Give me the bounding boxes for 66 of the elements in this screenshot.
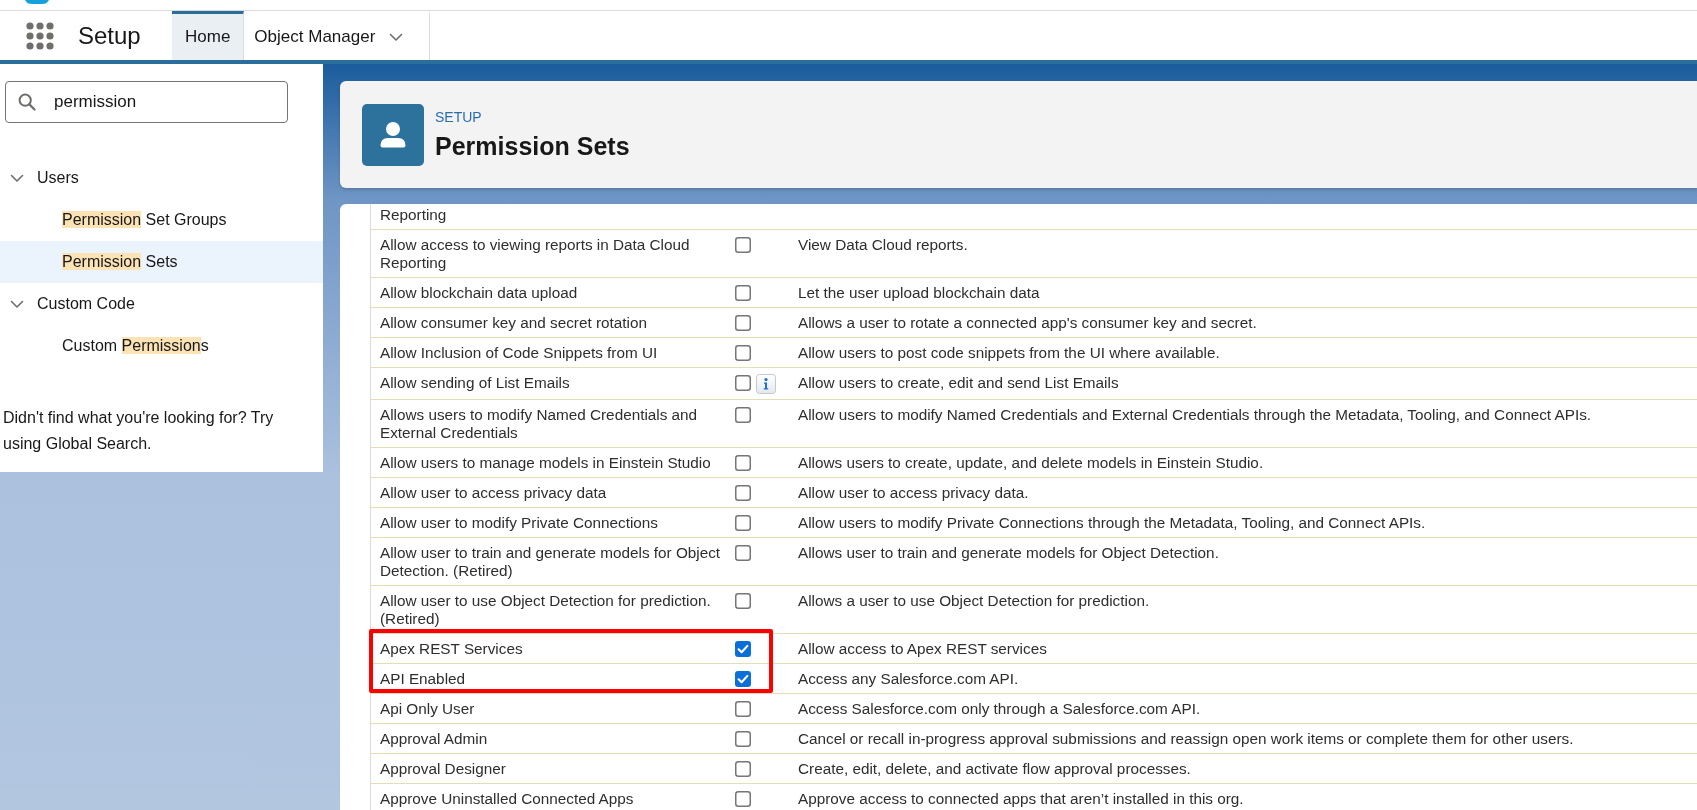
permission-name: Approval Admin xyxy=(379,730,489,748)
permission-description: Allows a user to use Object Detection for prediction. xyxy=(797,592,1150,610)
checkbox[interactable] xyxy=(735,593,751,609)
permission-description: Allow user to access privacy data. xyxy=(797,484,1029,502)
permission-name: Allow sending of List Emails xyxy=(379,374,571,392)
permission-name: Allow users to manage models in Einstein Studio xyxy=(379,454,712,472)
permission-description: Allow users to modify Named Credentials and External Credentials through the Metadata, Tooling, and Connect APIs. xyxy=(797,406,1592,424)
section-label: SETUP xyxy=(435,107,483,126)
permission-description: Allow users to modify Private Connections through the Metadata, Tooling, and Connect APIs. xyxy=(797,514,1426,532)
nav-tab[interactable]: Home xyxy=(172,11,245,60)
permission-name: Allow blockchain data upload xyxy=(379,284,579,302)
app-launcher-icon[interactable] xyxy=(26,21,54,50)
help-text: Didn't find what you're looking for? Try using Global Search. xyxy=(2,408,275,454)
permission-name: Allow access to viewing reports in Data Cloud Reporting xyxy=(379,236,691,272)
permission-description: Allows user to train and generate models for Object Detection. xyxy=(797,544,1219,562)
permission-description: Access any Salesforce.com API. xyxy=(797,670,1019,688)
checkbox[interactable] xyxy=(735,345,751,361)
permission-name: Api Only User xyxy=(379,700,476,718)
tree-item[interactable]: Permission Sets xyxy=(0,241,323,283)
permission-name: Allows users to modify Named Credentials and External Credentials xyxy=(379,406,699,442)
permission-description: Access Salesforce.com only through a Salesforce.com API. xyxy=(797,700,1201,718)
tree-group[interactable]: Users xyxy=(0,157,323,199)
permission-description: View Data Cloud reports. xyxy=(797,236,968,254)
permission-name: Allow user to train and generate models for Object Detection. (Retired) xyxy=(379,544,722,580)
permission-name: Approval Designer xyxy=(379,760,507,778)
search-field[interactable]: permission xyxy=(5,81,288,123)
permission-description: Approve access to connected apps that aren’t installed in this org. xyxy=(797,790,1244,808)
checkbox[interactable] xyxy=(735,761,751,777)
checkbox[interactable] xyxy=(735,515,751,531)
checkbox[interactable] xyxy=(735,641,751,657)
checkbox[interactable] xyxy=(735,375,751,391)
info-icon[interactable] xyxy=(756,374,776,394)
tree-group[interactable]: Custom Code xyxy=(0,283,323,325)
permission-description: Allows a user to rotate a connected app's consumer key and secret. xyxy=(797,314,1257,332)
checkbox[interactable] xyxy=(735,701,751,717)
app-name: Setup xyxy=(78,20,142,51)
user-icon xyxy=(362,103,424,166)
checkbox[interactable] xyxy=(735,485,751,501)
permission-name: API Enabled xyxy=(379,670,467,688)
checkbox[interactable] xyxy=(735,285,751,301)
permission-description: Allow access to Apex REST services xyxy=(797,640,1047,658)
checkbox[interactable] xyxy=(735,237,751,253)
checkbox[interactable] xyxy=(735,315,751,331)
permission-name: Allow user to use Object Detection for prediction. (Retired) xyxy=(379,592,712,628)
permission-name: Allow Inclusion of Code Snippets from UI xyxy=(379,344,659,362)
checkbox[interactable] xyxy=(735,731,751,747)
permission-name: Allow consumer key and secret rotation xyxy=(379,314,648,332)
checkbox[interactable] xyxy=(735,407,751,423)
permission-description: Create, edit, delete, and activate flow approval processes. xyxy=(797,760,1191,778)
permission-name: Allow user to modify Private Connections xyxy=(379,514,660,532)
checkbox[interactable] xyxy=(735,791,751,807)
permission-description: Let the user upload blockchain data xyxy=(797,284,1040,302)
permission-name: Apex REST Services xyxy=(379,640,524,658)
permission-name: Reporting xyxy=(379,206,448,224)
search-icon xyxy=(18,93,36,111)
permission-name: Allow user to access privacy data xyxy=(379,484,608,502)
permission-description: Allow users to post code snippets from the UI where available. xyxy=(797,344,1220,362)
checkbox[interactable] xyxy=(735,545,751,561)
checkbox[interactable] xyxy=(735,671,751,687)
logo-icon[interactable] xyxy=(25,0,49,4)
permission-description: Allows users to create, update, and delete models in Einstein Studio. xyxy=(797,454,1264,472)
permission-name: Approve Uninstalled Connected Apps xyxy=(379,790,635,808)
permission-description: Cancel or recall in-progress approval submissions and reassign open work items or complete them for other users. xyxy=(797,730,1574,748)
checkbox[interactable] xyxy=(735,455,751,471)
permission-description: Allow users to create, edit and send List Emails xyxy=(797,374,1119,392)
page-title: Permission Sets xyxy=(435,130,630,162)
